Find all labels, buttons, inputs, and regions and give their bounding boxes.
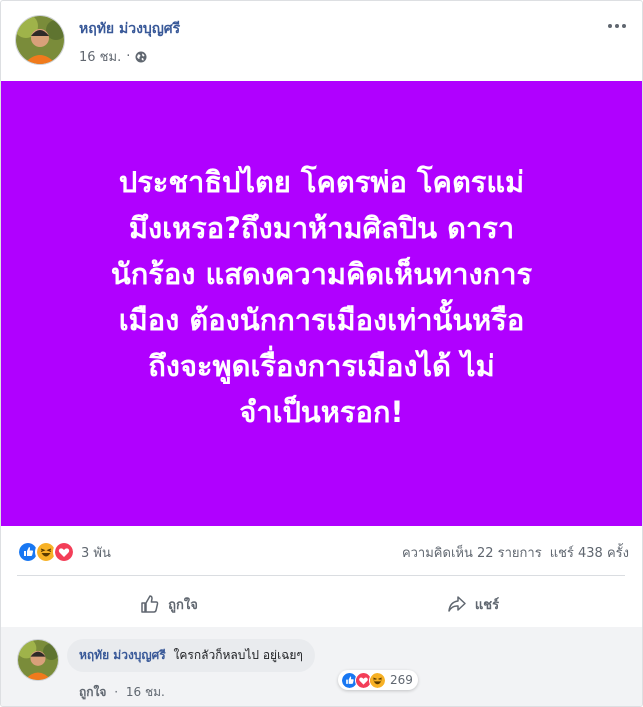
more-options-button[interactable]	[606, 15, 628, 37]
comment-footer: ถูกใจ · 16 ชม.	[79, 683, 165, 702]
post-actions: ถูกใจ แชร์	[17, 584, 625, 624]
share-icon	[448, 596, 466, 612]
text-post-background: ประชาธิปไตย โคตรพ่อ โคตรแม่ มึงเหรอ?ถึงม…	[1, 81, 642, 526]
shares-count[interactable]: แชร์ 438 ครั้ง	[550, 542, 629, 563]
comment-author[interactable]: หฤทัย ม่วงบุญศรี	[79, 648, 166, 662]
comment-bubble: หฤทัย ม่วงบุญศรี ใครกลัวก็หลบไป อยู่เฉยๆ	[67, 639, 315, 672]
haha-icon	[369, 671, 386, 689]
reactions-summary: 3 พัน ความคิดเห็น 22 รายการ แชร์ 438 ครั…	[17, 538, 629, 566]
comment-time[interactable]: 16 ชม.	[126, 685, 165, 699]
post-text-line: มึงเหรอ?ถึงมาห้ามศิลปิน ดารา	[128, 210, 515, 245]
post-text-line: นักร้อง แสดงความคิดเห็นทางการ	[110, 256, 533, 291]
more-icon	[608, 24, 626, 28]
post-text-line: ถึงจะพูดเรื่องการเมืองได้ ไม่	[148, 348, 495, 383]
share-button[interactable]: แชร์	[321, 584, 625, 624]
comments-section: หฤทัย ม่วงบุญศรี ใครกลัวก็หลบไป อยู่เฉยๆ…	[1, 627, 642, 706]
comment-reactions[interactable]: 269	[338, 670, 418, 690]
post-text-line: เมือง ต้องนักการเมืองเท่านั้นหรือ	[118, 302, 525, 337]
post-stats: ความคิดเห็น 22 รายการ แชร์ 438 ครั้ง	[402, 542, 629, 563]
reaction-icons[interactable]	[17, 541, 75, 563]
author-name[interactable]: หฤทัย ม่วงบุญศรี	[79, 18, 180, 40]
meta-separator: ·	[126, 49, 131, 64]
comment-like-button[interactable]: ถูกใจ	[79, 685, 106, 699]
author-avatar[interactable]	[15, 15, 65, 65]
post-card: หฤทัย ม่วงบุญศรี 16 ชม. · ประชาธิปไตย โค…	[0, 0, 643, 707]
commenter-avatar[interactable]	[17, 639, 59, 681]
thumbs-up-icon	[141, 595, 159, 613]
love-icon	[53, 541, 75, 563]
comment-reaction-count: 269	[390, 673, 413, 687]
comments-count[interactable]: ความคิดเห็น 22 รายการ	[402, 542, 542, 563]
text-post-body: ประชาธิปไตย โคตรพ่อ โคตรแม่ มึงเหรอ?ถึงม…	[42, 159, 602, 435]
like-button[interactable]: ถูกใจ	[17, 584, 321, 624]
post-text-line: จำเป็นหรอก!	[239, 394, 404, 429]
post-meta: 16 ชม. ·	[79, 46, 147, 67]
share-label: แชร์	[474, 597, 500, 613]
comment-text: ใครกลัวก็หลบไป อยู่เฉยๆ	[173, 648, 303, 662]
reaction-count[interactable]: 3 พัน	[81, 542, 111, 563]
post-time[interactable]: 16 ชม.	[79, 46, 121, 67]
comment-footer-separator: ·	[114, 685, 119, 699]
divider	[17, 575, 625, 576]
like-label: ถูกใจ	[168, 597, 198, 613]
globe-icon	[135, 51, 147, 63]
post-text-line: ประชาธิปไตย โคตรพ่อ โคตรแม่	[118, 164, 525, 199]
